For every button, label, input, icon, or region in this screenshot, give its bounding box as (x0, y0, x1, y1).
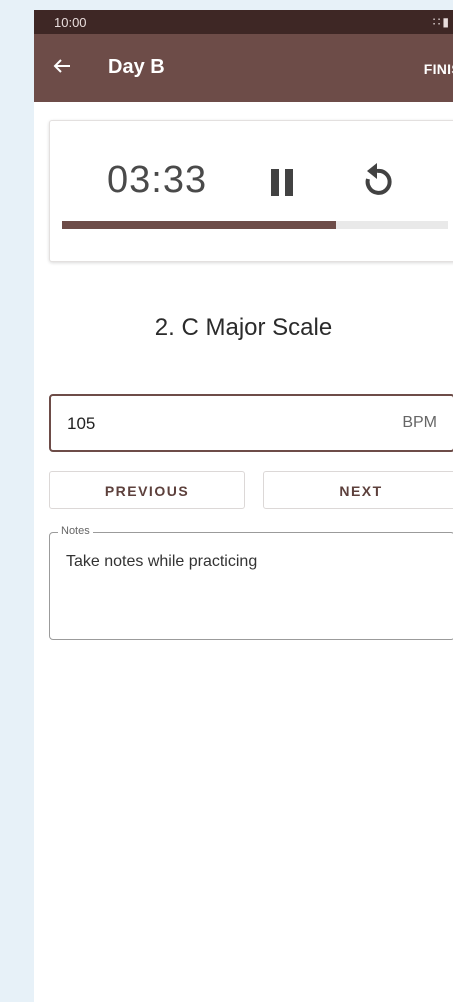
notes-label: Notes (58, 525, 93, 537)
page-title: Day B (108, 56, 165, 78)
finish-button[interactable]: FINIS (424, 61, 453, 77)
timer-card: 03:33 (49, 120, 453, 262)
wifi-icon: ∷ (432, 15, 443, 29)
timer-display: 03:33 (107, 159, 208, 201)
bpm-input[interactable]: 105 BPM (49, 394, 453, 452)
app-screen: 10:00 ∷▮ Day B FINIS 03:33 2. C Major Sc… (34, 10, 453, 1002)
notes-placeholder: Take notes while practicing (66, 553, 258, 570)
bpm-value: 105 (67, 414, 96, 433)
status-bar: 10:00 ∷▮ (34, 10, 453, 34)
arrow-left-icon[interactable] (50, 54, 74, 78)
status-time: 10:00 (54, 15, 87, 30)
exercise-title: 2. C Major Scale (154, 314, 333, 341)
app-bar: Day B FINIS (34, 34, 453, 102)
timer-progress-bar (62, 221, 448, 229)
battery-icon: ▮ (442, 15, 451, 29)
pause-icon[interactable] (268, 166, 298, 200)
timer-progress-fill (62, 221, 337, 229)
bpm-unit-label: BPM (402, 414, 437, 431)
status-icons: ∷▮ (433, 15, 451, 29)
notes-field[interactable]: Notes Take notes while practicing (49, 525, 453, 640)
previous-button[interactable]: PREVIOUS (49, 471, 245, 509)
reset-icon[interactable] (359, 161, 395, 201)
next-button[interactable]: NEXT (263, 471, 453, 509)
